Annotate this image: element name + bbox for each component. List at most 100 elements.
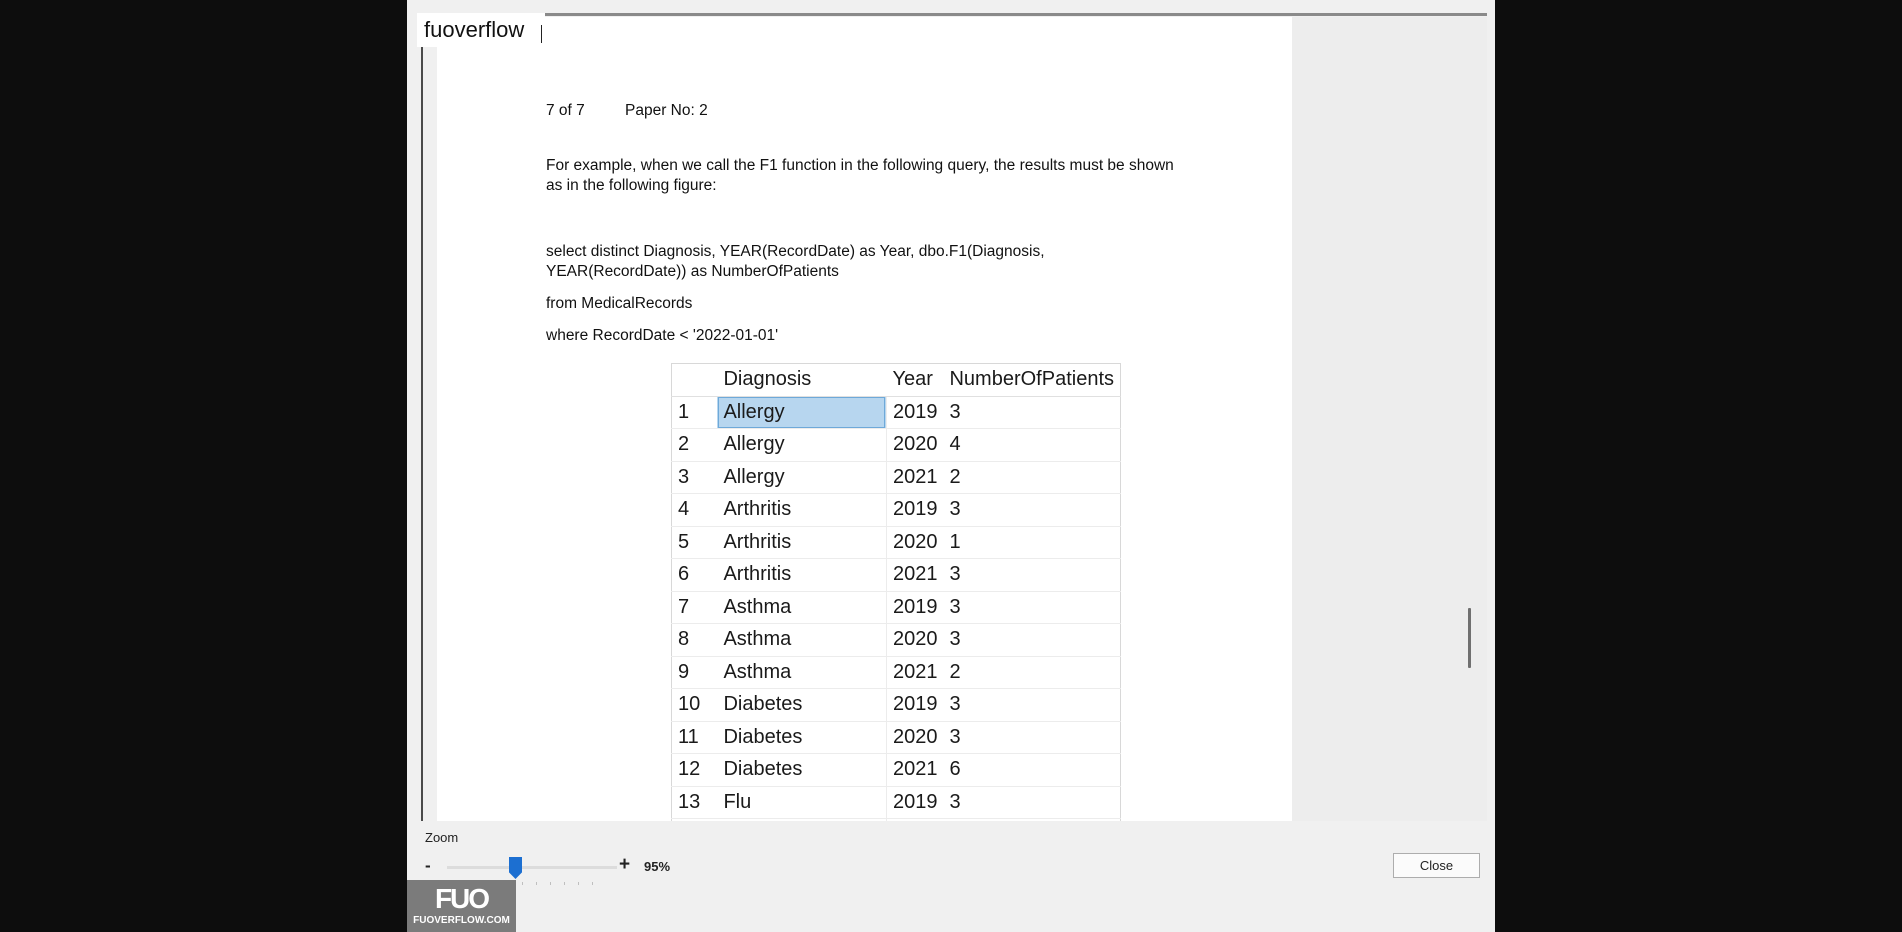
- column-header-number-of-patients[interactable]: NumberOfPatients: [943, 363, 1121, 397]
- diagnosis-cell[interactable]: Allergy: [717, 428, 887, 462]
- year-cell[interactable]: 2020: [886, 818, 944, 821]
- year-cell[interactable]: 2021: [886, 461, 944, 494]
- close-button[interactable]: Close: [1393, 853, 1480, 878]
- diagnosis-cell[interactable]: Asthma: [717, 656, 887, 689]
- table-row[interactable]: 5 Arthritis 2020 1: [671, 526, 1121, 559]
- number-of-patients-cell[interactable]: 6: [943, 753, 1121, 787]
- year-cell[interactable]: 2019: [886, 493, 944, 527]
- column-header-year[interactable]: Year: [886, 363, 944, 397]
- year-cell[interactable]: 2019: [886, 688, 944, 722]
- number-of-patients-cell[interactable]: 3: [943, 688, 1121, 722]
- table-row[interactable]: 11 Diabetes 2020 3: [671, 721, 1121, 754]
- number-of-patients-cell[interactable]: 1: [943, 526, 1121, 559]
- table-row[interactable]: 6 Arthritis 2021 3: [671, 558, 1121, 592]
- year-cell[interactable]: 2019: [886, 591, 944, 624]
- document-viewer-window: 7 of 7 Paper No: 2 For example, when we …: [407, 0, 1495, 932]
- table-row[interactable]: 3 Allergy 2021 2: [671, 461, 1121, 494]
- number-of-patients-cell[interactable]: 3: [943, 786, 1121, 819]
- left-border: [421, 45, 423, 821]
- year-cell[interactable]: 2021: [886, 656, 944, 689]
- year-cell[interactable]: 2019: [886, 786, 944, 819]
- year-cell[interactable]: 2021: [886, 558, 944, 592]
- diagnosis-cell[interactable]: Arthritis: [717, 558, 887, 592]
- table-row[interactable]: 14Flu20204: [671, 818, 1121, 821]
- number-of-patients-cell[interactable]: 3: [943, 558, 1121, 592]
- text-cursor: [541, 25, 542, 43]
- row-number-cell: 4: [671, 493, 718, 527]
- diagnosis-cell[interactable]: Diabetes: [717, 753, 887, 787]
- query-line-2: YEAR(RecordDate)) as NumberOfPatients: [546, 263, 839, 280]
- diagnosis-cell[interactable]: Arthritis: [717, 526, 887, 559]
- query-line-1: select distinct Diagnosis, YEAR(RecordDa…: [546, 243, 1045, 260]
- zoom-in-icon[interactable]: +: [619, 854, 630, 876]
- table-row[interactable]: 10 Diabetes 2019 3: [671, 688, 1121, 722]
- watermark: FUO FUOVERFLOW.COM: [407, 880, 516, 932]
- year-cell[interactable]: 2020: [886, 526, 944, 559]
- zoom-slider-tick: [536, 882, 537, 885]
- year-cell[interactable]: 2020: [886, 623, 944, 657]
- side-panel: [1292, 17, 1487, 821]
- brand-label: fuoverflow: [417, 13, 545, 47]
- row-number-cell: 5: [671, 526, 718, 559]
- year-cell[interactable]: 2020: [886, 428, 944, 462]
- diagnosis-cell[interactable]: Asthma: [717, 623, 887, 657]
- row-number-cell: 8: [671, 623, 718, 657]
- diagnosis-cell[interactable]: Allergy: [717, 396, 887, 429]
- table-row[interactable]: 9 Asthma 2021 2: [671, 656, 1121, 689]
- document-page[interactable]: 7 of 7 Paper No: 2 For example, when we …: [437, 17, 1292, 821]
- watermark-logo: FUO: [434, 883, 490, 914]
- zoom-label: Zoom: [425, 830, 459, 845]
- results-grid-body: 1 Allergy 2019 3 2 Allergy 2020 4 3 Allergy 2021 2 4…: [671, 396, 1121, 821]
- results-header-row: Diagnosis Year NumberOfPatients: [671, 363, 1121, 397]
- results-grid: Diagnosis Year NumberOfPatients 1 Allergy…: [671, 363, 1121, 821]
- diagnosis-cell[interactable]: Asthma: [717, 591, 887, 624]
- query-line-3: from MedicalRecords: [546, 295, 693, 312]
- diagnosis-cell[interactable]: Allergy: [717, 461, 887, 494]
- zoom-slider-tick: [578, 882, 579, 885]
- table-row[interactable]: 13 Flu 2019 3: [671, 786, 1121, 819]
- row-number-header: [671, 363, 718, 397]
- row-number-cell: 12: [671, 753, 718, 787]
- table-row[interactable]: 8 Asthma 2020 3: [671, 623, 1121, 657]
- diagnosis-cell[interactable]: Flu: [717, 786, 887, 819]
- number-of-patients-cell[interactable]: 3: [943, 623, 1121, 657]
- table-row[interactable]: 7 Asthma 2019 3: [671, 591, 1121, 624]
- table-row[interactable]: 12 Diabetes 2021 6: [671, 753, 1121, 787]
- watermark-text: FUOVERFLOW.COM: [413, 915, 510, 926]
- vertical-scrollbar-thumb[interactable]: [1468, 608, 1471, 668]
- number-of-patients-cell[interactable]: 2: [943, 461, 1121, 494]
- row-number-cell: 1: [671, 396, 718, 429]
- number-of-patients-cell[interactable]: 4: [943, 428, 1121, 462]
- zoom-slider-thumb[interactable]: [509, 857, 522, 879]
- number-of-patients-cell[interactable]: 3: [943, 396, 1121, 429]
- zoom-slider-tick: [550, 882, 551, 885]
- paper-number: Paper No: 2: [625, 102, 708, 119]
- top-border: [417, 13, 1487, 16]
- number-of-patients-cell[interactable]: 3: [943, 591, 1121, 624]
- page-indicator: 7 of 7: [546, 102, 585, 119]
- number-of-patients-cell[interactable]: 3: [943, 493, 1121, 527]
- year-cell[interactable]: 2019: [886, 396, 944, 429]
- zoom-out-icon[interactable]: -: [425, 856, 431, 876]
- zoom-slider-tick: [522, 882, 523, 885]
- diagnosis-cell[interactable]: Diabetes: [717, 721, 887, 754]
- number-of-patients-cell[interactable]: 2: [943, 656, 1121, 689]
- diagnosis-cell[interactable]: Flu: [717, 818, 887, 821]
- number-of-patients-cell[interactable]: 4: [943, 818, 1121, 821]
- row-number-cell: 13: [671, 786, 718, 819]
- zoom-slider-track[interactable]: [447, 866, 617, 869]
- table-row[interactable]: 4 Arthritis 2019 3: [671, 493, 1121, 527]
- year-cell[interactable]: 2021: [886, 753, 944, 787]
- diagnosis-cell[interactable]: Arthritis: [717, 493, 887, 527]
- row-number-cell: 7: [671, 591, 718, 624]
- table-row[interactable]: 2 Allergy 2020 4: [671, 428, 1121, 462]
- year-cell[interactable]: 2020: [886, 721, 944, 754]
- column-header-diagnosis[interactable]: Diagnosis: [717, 363, 887, 397]
- row-number-cell: 11: [671, 721, 718, 754]
- table-row[interactable]: 1 Allergy 2019 3: [671, 396, 1121, 429]
- query-line-4: where RecordDate < '2022-01-01': [546, 327, 779, 344]
- diagnosis-cell[interactable]: Diabetes: [717, 688, 887, 722]
- row-number-cell: 6: [671, 558, 718, 592]
- number-of-patients-cell[interactable]: 3: [943, 721, 1121, 754]
- row-number-cell: 3: [671, 461, 718, 494]
